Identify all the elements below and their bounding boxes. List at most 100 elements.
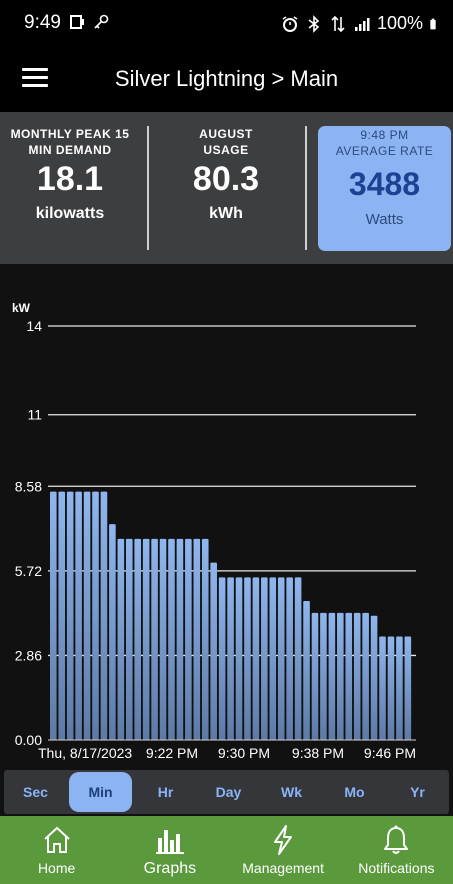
bottom-navigation: Home Graphs Management Notifications xyxy=(0,816,453,884)
chart-bar xyxy=(362,612,369,740)
status-bar: 9:49 100% xyxy=(0,0,453,46)
y-tick-label: 11 xyxy=(27,407,42,423)
chart-bar xyxy=(261,577,268,740)
nav-home-label: Home xyxy=(37,860,76,876)
nav-notifications[interactable]: Notifications xyxy=(340,816,453,884)
battery-icon xyxy=(430,18,436,29)
x-tick-label: 9:22 PM xyxy=(146,745,198,761)
data-sync-icon xyxy=(331,15,345,32)
range-tab-mo[interactable]: Mo xyxy=(323,772,386,812)
rate-time: 9:48 PM xyxy=(360,128,409,142)
chart-bar xyxy=(75,491,82,740)
chart-bar xyxy=(370,615,378,740)
app-bar: Silver Lightning > Main xyxy=(0,46,453,112)
x-tick-label: 9:38 PM xyxy=(292,745,344,761)
y-axis-label: kW xyxy=(12,301,31,315)
chart-bar xyxy=(83,491,91,740)
chart-bar xyxy=(193,538,201,740)
status-right-icons: 100% xyxy=(281,13,441,34)
usage-stat: AUGUST USAGE 80.3 kWh xyxy=(156,126,296,223)
page-title: Silver Lightning > Main xyxy=(114,66,339,91)
nav-management-label: Management xyxy=(242,860,324,876)
nav-graphs[interactable]: Graphs xyxy=(113,816,226,884)
battery-percent: 100% xyxy=(376,13,423,33)
chart-bar xyxy=(252,577,260,740)
chart-bar xyxy=(117,538,125,740)
range-tab-hr[interactable]: Hr xyxy=(134,772,197,812)
x-tick-label: Thu, 8/17/2023 xyxy=(38,745,132,761)
average-rate-card[interactable]: 9:48 PM AVERAGE RATE 3488 Watts xyxy=(318,126,451,251)
bell-icon xyxy=(384,825,409,854)
chart-bar xyxy=(176,538,184,740)
home-icon xyxy=(43,826,70,853)
range-tab-wk[interactable]: Wk xyxy=(260,772,323,812)
nav-graphs-label: Graphs xyxy=(143,860,197,877)
key-icon xyxy=(94,14,109,29)
graphs-icon xyxy=(155,830,184,854)
chart-bar xyxy=(311,612,319,740)
signal-icon xyxy=(354,17,370,31)
chart-bar xyxy=(294,577,302,740)
chart-bar xyxy=(387,636,395,740)
chart-bar xyxy=(142,538,150,740)
y-tick-label: 14 xyxy=(26,318,42,334)
status-time: 9:49 xyxy=(24,12,61,33)
chart-bar xyxy=(303,601,310,740)
rate-label: AVERAGE RATE xyxy=(335,144,434,158)
chart-bar xyxy=(227,577,234,740)
chart-bar xyxy=(353,612,361,740)
peak-demand-unit: kilowatts xyxy=(35,205,105,222)
y-tick-label: 8.58 xyxy=(15,478,42,494)
chart-bar xyxy=(345,612,353,740)
chart-bar xyxy=(286,577,293,740)
peak-demand-label-line1: MONTHLY PEAK 15 xyxy=(10,127,130,141)
nav-management[interactable]: Management xyxy=(227,816,340,884)
range-tab-day[interactable]: Day xyxy=(197,772,260,812)
y-tick-label: 2.86 xyxy=(15,647,42,663)
chart-bar xyxy=(218,577,226,740)
chart-bar xyxy=(66,491,74,740)
chart-bar xyxy=(159,538,167,740)
time-range-selector: Sec Min Hr Day Wk Mo Yr xyxy=(4,770,449,814)
demand-chart-svg: kW0.002.865.728.581114Thu, 8/17/2023 9:22… xyxy=(12,301,416,761)
chart-bar xyxy=(151,538,158,740)
rate-value: 3488 xyxy=(348,166,421,202)
status-left-icons xyxy=(68,13,110,31)
chart-bar xyxy=(168,538,175,740)
chart-bar xyxy=(235,577,243,740)
stat-divider xyxy=(305,126,307,250)
chart-bar xyxy=(134,538,142,740)
chart-bar xyxy=(396,636,403,740)
range-tab-min[interactable]: Min xyxy=(69,772,132,812)
peak-demand-label-line2: MIN DEMAND xyxy=(28,143,112,157)
stats-panel: MONTHLY PEAK 15 MIN DEMAND 18.1 kilowatt… xyxy=(0,112,453,264)
nav-notifications-label: Notifications xyxy=(358,860,435,876)
peak-demand-stat: MONTHLY PEAK 15 MIN DEMAND 18.1 kilowatt… xyxy=(0,126,140,223)
chart-bar xyxy=(277,577,285,740)
chart-bar xyxy=(320,612,327,740)
demand-chart[interactable]: kW 0.00 2.86 5.72 8.58 11 14 Thu, 8/17/2023 9:22… xyxy=(0,264,453,770)
chart-bar xyxy=(244,577,251,740)
y-tick-label: 5.72 xyxy=(15,563,42,579)
chart-bar xyxy=(201,538,209,740)
bluetooth-icon xyxy=(308,14,320,33)
usage-label-line1: AUGUST xyxy=(199,127,253,141)
chart-bar xyxy=(100,491,108,740)
chart-bar xyxy=(379,636,386,740)
chart-bar xyxy=(210,562,217,740)
chart-bar xyxy=(185,538,192,740)
chart-bar xyxy=(109,524,116,740)
chart-bar xyxy=(92,491,99,740)
nav-home[interactable]: Home xyxy=(0,816,113,884)
chart-bar xyxy=(337,612,344,740)
usage-value: 80.3 xyxy=(192,160,260,198)
chart-bar xyxy=(50,491,57,740)
chart-bar xyxy=(328,612,336,740)
chart-bar xyxy=(404,636,412,740)
range-tab-sec[interactable]: Sec xyxy=(4,772,67,812)
chart-bar xyxy=(269,577,277,740)
peak-demand-value: 18.1 xyxy=(36,160,104,198)
range-tab-yr[interactable]: Yr xyxy=(386,772,449,812)
lightning-icon xyxy=(274,825,293,855)
device-icon xyxy=(70,15,84,29)
